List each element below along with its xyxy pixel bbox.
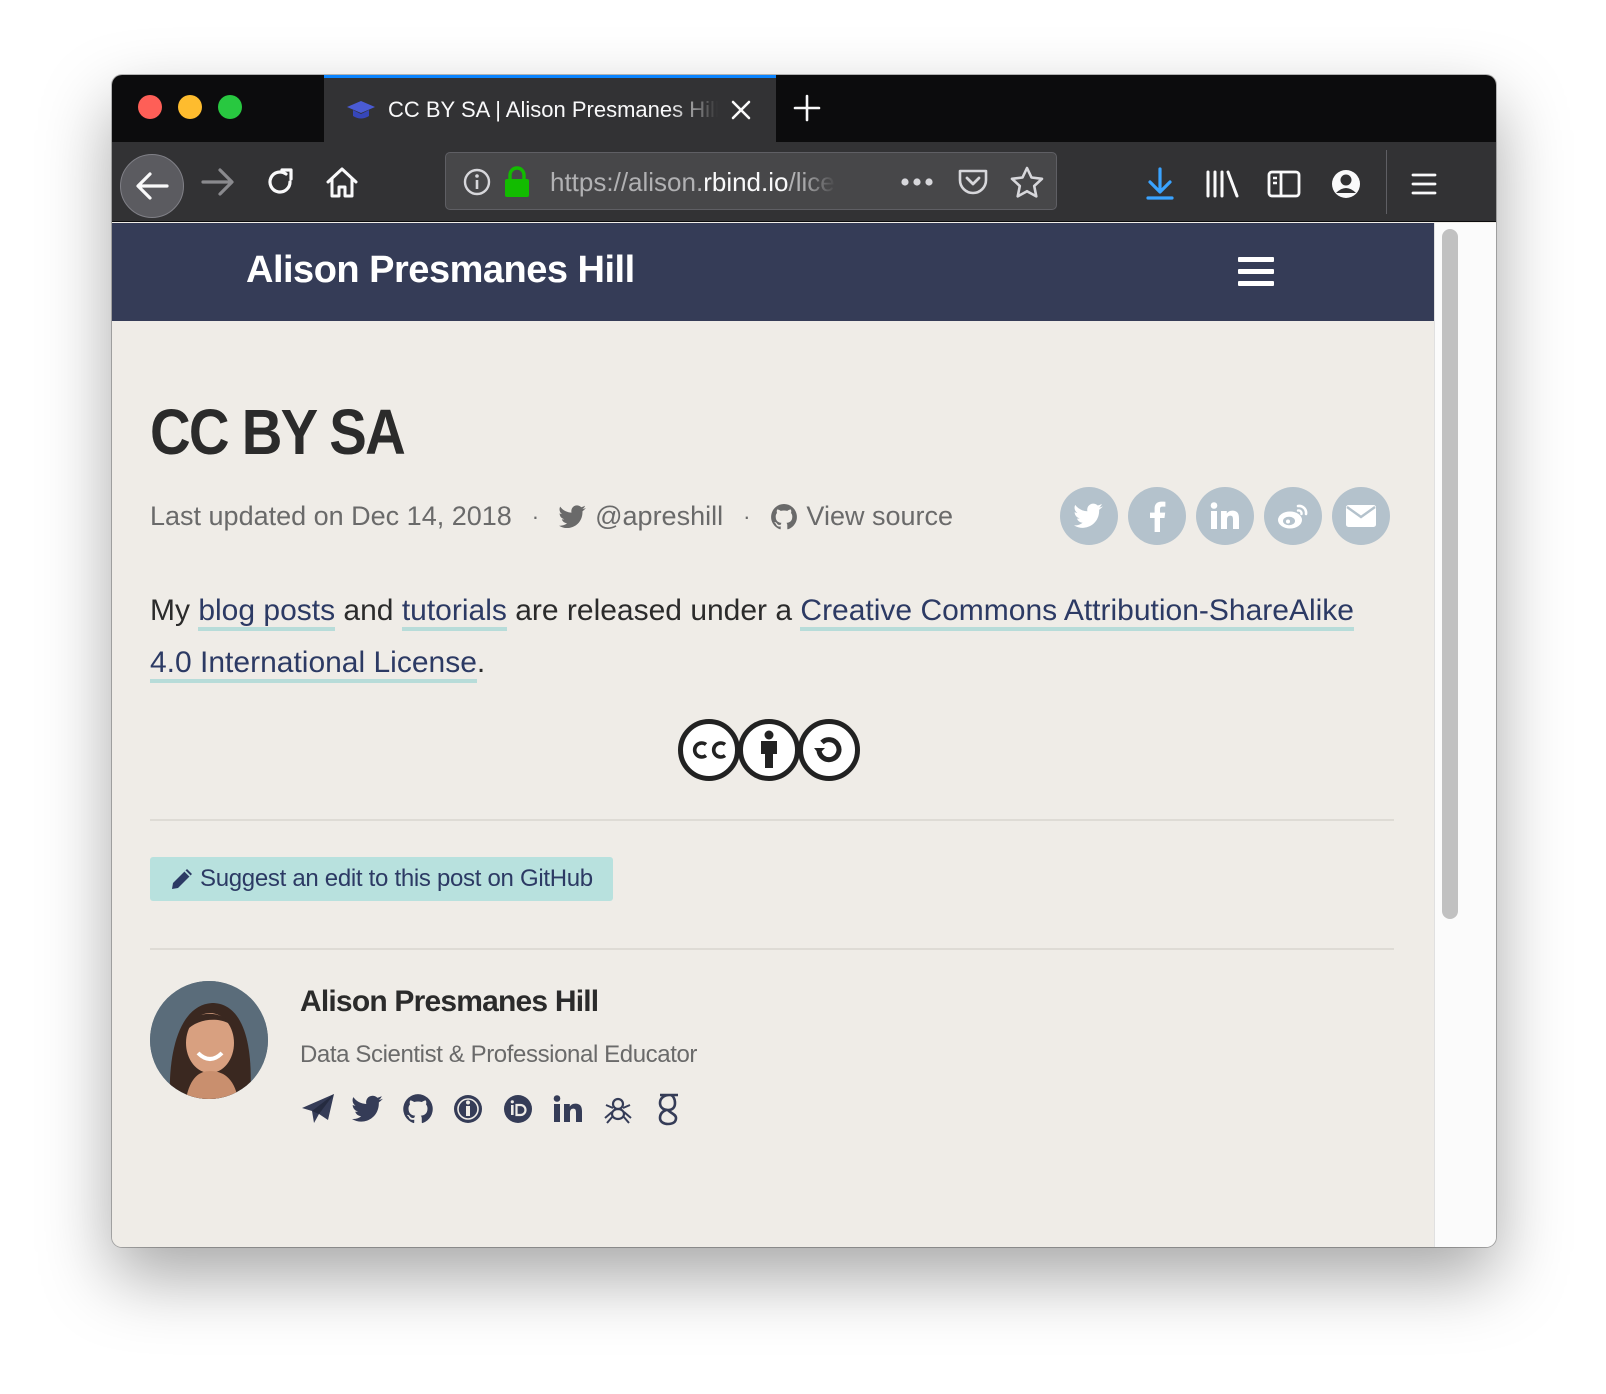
graduation-cap-icon (346, 98, 376, 122)
new-tab-button[interactable] (792, 93, 822, 123)
page-title: CC BY SA (150, 396, 406, 468)
avatar (150, 981, 268, 1099)
share-linkedin-button[interactable] (1196, 487, 1254, 545)
github-icon (771, 503, 798, 529)
author-links (300, 1091, 700, 1127)
sidebar-icon[interactable] (1266, 166, 1302, 202)
cc-icon (678, 719, 740, 781)
lock-icon[interactable] (500, 165, 534, 199)
google-scholar-icon[interactable] (650, 1091, 686, 1127)
divider (150, 948, 1394, 950)
info-icon[interactable] (460, 165, 494, 199)
tab-title: CC BY SA | Alison Presmanes Hill (388, 97, 718, 122)
home-icon (326, 167, 358, 198)
home-button[interactable] (314, 154, 370, 210)
linkedin-icon (1210, 502, 1239, 529)
hamburger-icon[interactable] (1406, 166, 1442, 202)
account-icon[interactable] (1328, 166, 1364, 202)
by-icon (738, 719, 800, 781)
close-window-button[interactable] (138, 95, 162, 119)
cc-by-sa-badge[interactable] (678, 719, 860, 781)
share-email-button[interactable] (1332, 487, 1390, 545)
author-role: Data Scientist & Professional Educator (300, 1041, 698, 1068)
zoom-window-button[interactable] (218, 95, 242, 119)
site-menu-button[interactable] (1238, 257, 1274, 289)
back-button[interactable] (120, 154, 184, 218)
reload-button[interactable] (252, 154, 308, 210)
paper-plane-icon[interactable] (300, 1091, 336, 1127)
meta-separator: · (743, 503, 751, 529)
sa-icon (798, 719, 860, 781)
impactstory-icon[interactable] (450, 1091, 486, 1127)
email-icon (1346, 505, 1376, 527)
tab-strip: CC BY SA | Alison Presmanes Hill (112, 75, 1496, 142)
blog-posts-link[interactable]: blog posts (198, 594, 336, 631)
browser-window: CC BY SA | Alison Presmanes Hill https:/… (112, 75, 1496, 1247)
download-icon[interactable] (1142, 166, 1178, 202)
page-viewport: Alison Presmanes Hill CC BY SA Last upda… (112, 223, 1434, 1247)
orcid-icon[interactable] (500, 1091, 536, 1127)
reload-icon (268, 168, 293, 194)
spider-icon[interactable] (600, 1091, 636, 1127)
library-icon[interactable] (1204, 166, 1240, 202)
twitter-handle-link[interactable]: @apreshill (559, 501, 723, 532)
divider (150, 819, 1394, 821)
nav-toolbar: https://alison.rbind.io/license/ (112, 142, 1496, 222)
weibo-icon (1278, 504, 1308, 529)
star-icon[interactable] (1010, 165, 1044, 199)
close-tab-icon[interactable] (728, 97, 754, 123)
site-title-link[interactable]: Alison Presmanes Hill (246, 249, 635, 292)
suggest-edit-button[interactable]: Suggest an edit to this post on GitHub (150, 857, 613, 901)
ellipsis-icon[interactable] (900, 165, 934, 199)
site-header: Alison Presmanes Hill (112, 223, 1434, 321)
last-updated: Last updated on Dec 14, 2018 (150, 501, 512, 531)
twitter-icon (559, 504, 587, 528)
view-source-link[interactable]: View source (770, 501, 953, 532)
view-source-label: View source (806, 501, 953, 531)
license-paragraph: My blog posts and tutorials are released… (150, 585, 1400, 689)
twitter-icon (1074, 503, 1103, 528)
meta-separator: · (531, 503, 540, 529)
url-text: https://alison.rbind.io/license/ (550, 167, 836, 197)
twitter-handle: @apreshill (595, 501, 724, 531)
pencil-icon (172, 869, 192, 889)
share-twitter-button[interactable] (1060, 487, 1118, 545)
twitter-icon[interactable] (350, 1091, 386, 1127)
arrow-right-icon (201, 168, 234, 196)
author-name[interactable]: Alison Presmanes Hill (300, 985, 599, 1019)
tutorials-link[interactable]: tutorials (401, 594, 507, 631)
forward-button[interactable] (190, 154, 246, 210)
minimize-window-button[interactable] (178, 95, 202, 119)
share-facebook-button[interactable] (1128, 487, 1186, 545)
url-bar[interactable]: https://alison.rbind.io/license/ (445, 152, 1057, 210)
linkedin-icon[interactable] (550, 1091, 586, 1127)
share-weibo-button[interactable] (1264, 487, 1322, 545)
pocket-icon[interactable] (956, 165, 990, 199)
facebook-icon (1150, 501, 1166, 532)
suggest-edit-label: Suggest an edit to this post on GitHub (200, 865, 593, 892)
toolbar-separator (1386, 150, 1387, 214)
github-icon[interactable] (400, 1091, 436, 1127)
tab-active[interactable]: CC BY SA | Alison Presmanes Hill (324, 75, 776, 142)
post-meta: Last updated on Dec 14, 2018 · @apreshil… (150, 501, 953, 532)
arrow-left-icon (136, 172, 169, 200)
scrollbar-thumb[interactable] (1442, 229, 1458, 919)
